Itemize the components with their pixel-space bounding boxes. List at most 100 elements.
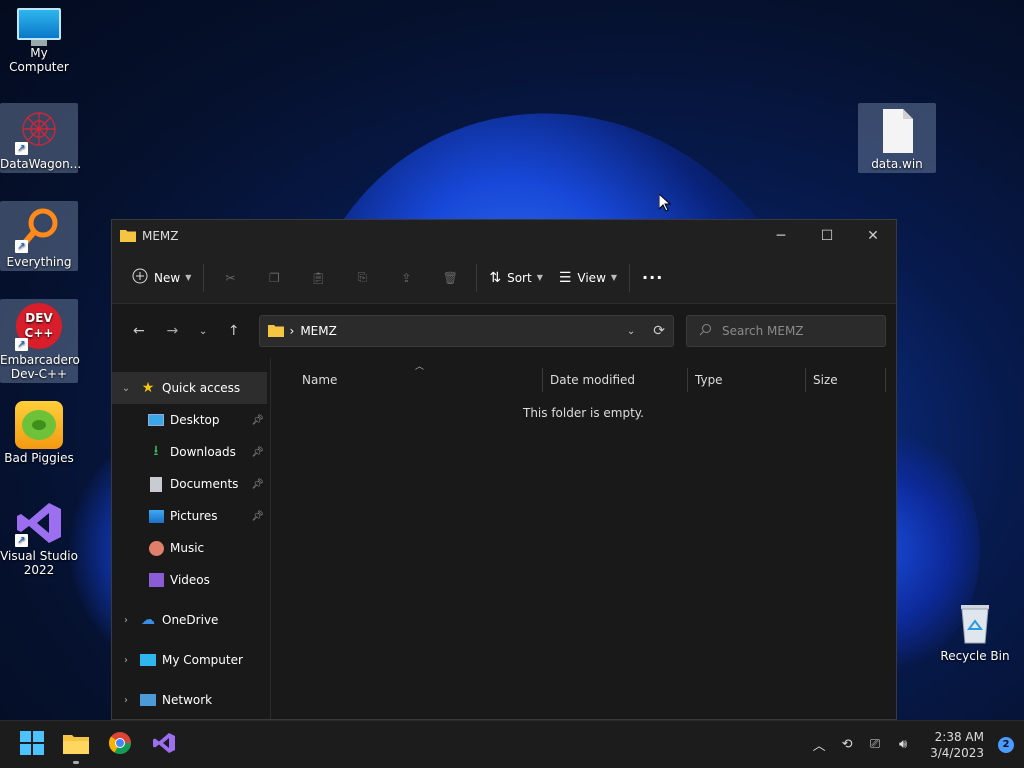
search-box[interactable] bbox=[685, 315, 886, 347]
desktop-icon-visual-studio[interactable]: ↗ Visual Studio 2022 bbox=[0, 495, 78, 579]
maximize-button[interactable]: ☐ bbox=[804, 220, 850, 252]
recent-locations-chevron-icon[interactable]: ⌄ bbox=[189, 315, 217, 347]
nav-item-pictures[interactable]: Pictures 📌︎ bbox=[112, 500, 270, 532]
close-button[interactable]: ✕ bbox=[850, 220, 896, 252]
address-row: ← → ⌄ ↑ › MEMZ ⌄ ⟳ bbox=[112, 304, 896, 358]
chevron-right-icon[interactable]: › bbox=[112, 655, 140, 666]
nav-quick-access[interactable]: ⌄ ★ Quick access bbox=[112, 372, 267, 404]
chevron-down-icon: ▼ bbox=[536, 273, 543, 282]
nav-item-desktop[interactable]: Desktop 📌︎ bbox=[112, 404, 270, 436]
minimize-button[interactable]: ─ bbox=[758, 220, 804, 252]
network-monitor-icon[interactable]: ⎚ bbox=[864, 737, 886, 752]
taskbar-file-explorer[interactable] bbox=[54, 723, 98, 767]
desktop-icon-datawagon[interactable]: ↗ DataWagon... bbox=[0, 103, 82, 173]
column-type[interactable]: Type bbox=[688, 368, 806, 392]
search-icon bbox=[699, 323, 712, 339]
system-tray: ︿ ⟲ ⎚ 🔊︎ 2:38 AM 3/4/2023 2 bbox=[808, 729, 1024, 761]
paste-icon[interactable]: 📋︎ bbox=[296, 262, 340, 294]
pin-icon: 📌︎ bbox=[251, 446, 264, 458]
chevron-down-icon: ▼ bbox=[185, 273, 192, 282]
sort-button[interactable]: ⇅ Sort ▼ bbox=[481, 262, 551, 294]
chevron-right-icon[interactable]: › bbox=[112, 695, 140, 706]
download-arrow-icon: ⭳ bbox=[153, 443, 159, 459]
desktop-icon-my-computer[interactable]: My Computer bbox=[0, 4, 78, 74]
visual-studio-icon bbox=[152, 731, 176, 758]
desktop-icon-label: Embarcadero Dev-C++ bbox=[0, 353, 80, 381]
shortcut-arrow-icon: ↗ bbox=[15, 338, 28, 351]
desktop-icon-label: Recycle Bin bbox=[940, 649, 1010, 663]
view-button[interactable]: ☰ View ▼ bbox=[551, 262, 625, 294]
new-button[interactable]: New ▼ bbox=[124, 262, 199, 294]
more-options-button[interactable]: ··· bbox=[634, 262, 671, 294]
nav-onedrive[interactable]: › ☁ OneDrive bbox=[112, 604, 270, 636]
clock-time: 2:38 AM bbox=[934, 729, 984, 744]
share-icon[interactable]: ⇪ bbox=[384, 262, 428, 294]
desktop-folder-icon bbox=[148, 412, 164, 428]
document-icon bbox=[148, 476, 164, 492]
refresh-icon[interactable]: ⟳ bbox=[653, 323, 665, 339]
nav-item-downloads[interactable]: ⭳ Downloads 📌︎ bbox=[112, 436, 270, 468]
mouse-cursor-icon bbox=[658, 192, 672, 215]
nav-item-documents[interactable]: Documents 📌︎ bbox=[112, 468, 270, 500]
start-button[interactable] bbox=[10, 723, 54, 767]
notification-badge[interactable]: 2 bbox=[998, 736, 1014, 753]
sync-status-icon[interactable]: ⟲ bbox=[836, 737, 858, 752]
shortcut-arrow-icon: ↗ bbox=[15, 240, 28, 253]
desktop-icon-label: data.win bbox=[871, 157, 923, 171]
chevron-down-icon: ▼ bbox=[610, 273, 618, 282]
desktop-icon-label: Visual Studio 2022 bbox=[0, 549, 78, 577]
forward-arrow-icon[interactable]: → bbox=[156, 315, 190, 347]
desktop-icon-label: My Computer bbox=[9, 46, 69, 74]
folder-icon bbox=[120, 228, 136, 245]
nav-network[interactable]: › Network bbox=[112, 684, 270, 716]
music-icon bbox=[148, 540, 164, 556]
desktop-icon-recycle-bin[interactable]: Recycle Bin bbox=[936, 595, 1014, 665]
breadcrumb-memz[interactable]: MEMZ bbox=[300, 324, 337, 338]
copy-icon[interactable]: ❐ bbox=[252, 262, 296, 294]
column-size[interactable]: Size bbox=[806, 368, 886, 392]
nav-item-music[interactable]: Music bbox=[112, 532, 270, 564]
file-explorer-window[interactable]: MEMZ ─ ☐ ✕ New ▼ ✂ ❐ 📋︎ ⎘ ⇪ 🗑︎ ⇅ Sort ▼ … bbox=[111, 219, 897, 720]
pin-icon: 📌︎ bbox=[251, 478, 264, 490]
rename-icon[interactable]: ⎘ bbox=[340, 262, 384, 294]
desktop-icon-label: DataWagon... bbox=[0, 157, 82, 171]
shortcut-arrow-icon: ↗ bbox=[15, 534, 28, 547]
title-bar[interactable]: MEMZ ─ ☐ ✕ bbox=[112, 220, 896, 252]
sort-caret-icon: ︿ bbox=[415, 362, 425, 372]
clock[interactable]: 2:38 AM 3/4/2023 bbox=[930, 729, 984, 761]
volume-icon[interactable]: 🔊︎ bbox=[892, 737, 914, 752]
nav-item-videos[interactable]: Videos bbox=[112, 564, 270, 596]
back-arrow-icon[interactable]: ← bbox=[122, 315, 156, 347]
pin-icon: 📌︎ bbox=[251, 510, 264, 522]
address-bar[interactable]: › MEMZ ⌄ ⟳ bbox=[258, 315, 674, 347]
address-history-chevron-icon[interactable]: ⌄ bbox=[627, 326, 635, 337]
list-view-icon: ☰ bbox=[558, 269, 572, 286]
show-hidden-icons-chevron-icon[interactable]: ︿ bbox=[808, 735, 830, 754]
datawagon-icon: ↗ bbox=[15, 107, 63, 155]
recycle-bin-icon bbox=[951, 599, 999, 647]
chrome-icon bbox=[108, 731, 132, 758]
up-arrow-icon[interactable]: ↑ bbox=[217, 315, 251, 347]
green-pig-icon bbox=[15, 401, 63, 449]
desktop-icon-data-win[interactable]: data.win bbox=[858, 103, 936, 173]
file-list[interactable]: ︿ Name Date modified Type Size This fold… bbox=[271, 358, 896, 719]
taskbar-chrome[interactable] bbox=[98, 723, 142, 767]
chevron-right-icon[interactable]: › bbox=[112, 615, 140, 626]
nav-my-computer[interactable]: › My Computer bbox=[112, 644, 270, 676]
monitor-icon bbox=[140, 652, 156, 668]
search-input[interactable] bbox=[721, 324, 872, 338]
plus-circle-icon bbox=[132, 268, 148, 287]
delete-icon[interactable]: 🗑︎ bbox=[428, 262, 472, 294]
desktop-icon-devcpp[interactable]: DEV C++ ↗ Embarcadero Dev-C++ bbox=[0, 299, 80, 383]
column-date-modified[interactable]: Date modified bbox=[543, 368, 688, 392]
cut-icon[interactable]: ✂ bbox=[208, 262, 252, 294]
desktop-icon-everything[interactable]: ↗ Everything bbox=[0, 201, 78, 271]
taskbar-visual-studio[interactable] bbox=[142, 723, 186, 767]
navigation-pane: ⌄ ★ Quick access Desktop 📌︎ ⭳ Downloads … bbox=[112, 358, 271, 719]
taskbar: ︿ ⟲ ⎚ 🔊︎ 2:38 AM 3/4/2023 2 bbox=[0, 720, 1024, 768]
desktop-icon-bad-piggies[interactable]: Bad Piggies bbox=[0, 397, 78, 467]
sort-arrows-icon: ⇅ bbox=[489, 269, 502, 286]
star-icon: ★ bbox=[141, 380, 155, 396]
chevron-down-icon[interactable]: ⌄ bbox=[112, 383, 140, 394]
visual-studio-icon: ↗ bbox=[15, 499, 63, 547]
